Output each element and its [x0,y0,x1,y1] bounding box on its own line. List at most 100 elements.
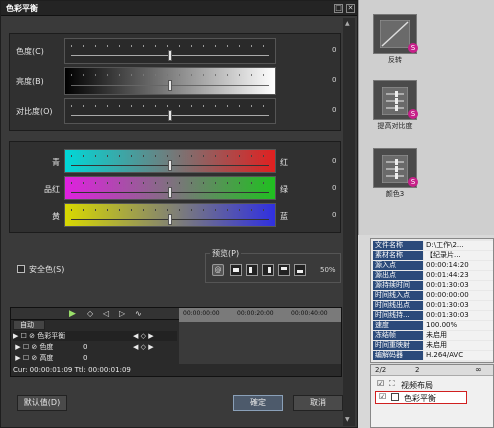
info-value: 【纪录片... [424,251,493,260]
effect-badge-icon: S [408,43,418,53]
safe-color-checkbox[interactable] [17,265,25,273]
filter-item-1[interactable]: ☑ 色彩平衡 [375,391,467,404]
ok-button[interactable]: 確定 [233,395,283,411]
timeline-row-1[interactable]: ▶ ☐ ⊘ 色度 0 ◀ ◇ ▶ [13,342,177,352]
info-row: 时间线出点 00:01:30:03 [373,301,493,310]
magenta-green-thumb[interactable] [168,187,172,198]
info-key: 冻结帧 [373,331,423,340]
preview-mode-3-icon [268,267,271,273]
expand-icon[interactable]: ▶ ☐ ⊘ [13,332,37,340]
color-balance-filter-icon [391,393,399,401]
filter-item-0[interactable]: ☑ ⛶ 视频布局 [373,379,491,390]
scroll-up-icon[interactable]: ▲ [345,20,353,28]
brightness-thumb[interactable] [168,80,172,91]
expand-icon[interactable]: ▶ ☐ ⊘ [13,343,39,351]
safe-color-label: 安全色(S) [29,265,65,274]
close-icon[interactable]: ✕ [346,4,355,13]
ruler-label-2: 00:00:40:00 [291,310,328,317]
dialog-scrollbar[interactable]: ▲ ▼ [343,18,355,426]
info-value: 00:01:30:03 [424,281,493,290]
row-0-keyframe-icons[interactable]: ◀ ◇ ▶ [133,331,154,341]
timeline-row-0[interactable]: ▶ ☐ ⊘ 色彩平衡 ◀ ◇ ▶ [13,331,177,341]
row-1-keyframe-icons[interactable]: ◀ ◇ ▶ [133,342,154,352]
info-key: 时间线入点 [373,291,423,300]
magenta-green-ticks [71,182,269,184]
info-row: 速度 100.00% [373,321,493,330]
info-row: 素材名称 【纪录片... [373,251,493,260]
sliders-icon [382,155,408,183]
preview-mode-1-button[interactable] [230,264,242,276]
chain-icon[interactable]: ∞ [475,365,482,374]
timeline-ruler[interactable]: 00:00:00:00 00:00:20:00 00:00:40:00 [179,308,341,322]
info-row: 编解码器 H.264/AVC [373,351,493,360]
contrast-thumb[interactable] [168,110,172,121]
effect-thumb-1[interactable]: S [373,80,418,120]
info-row: 时间线入点 00:00:00:00 [373,291,493,300]
effect-label-2: 颜色3 [385,190,405,198]
brightness-slider[interactable] [64,67,276,95]
scroll-down-icon[interactable]: ▼ [345,416,353,424]
timeline-row-1-value: 0 [83,343,88,351]
info-key: 素材名称 [373,251,423,260]
info-row: 时间重映射 未启用 [373,341,493,350]
cyan-red-value: 0 [332,157,337,165]
timeline-toolbar: ▶ ◇ ◁ ▷ ∿ [11,308,179,320]
add-keyframe-icon[interactable]: ◇ [87,309,99,319]
info-row: 冻结帧 未启用 [373,331,493,340]
brightness-label: 亮度(B) [16,77,44,86]
expand-icon[interactable]: ▶ ☐ ⊘ [13,354,39,362]
mode-select-value: 自动 [20,321,34,329]
filter-checkbox-icon[interactable]: ☑ [379,392,386,401]
contrast-ticks [71,105,269,107]
preview-group: 预览(P) @ 50% [205,248,341,283]
filter-count: 2 [415,366,420,374]
info-key: 源出点 [373,271,423,280]
preview-percent: 50% [320,266,336,274]
timeline-row-2-value: 0 [83,354,88,362]
info-key: 时间线持... [373,311,423,320]
brightness-ticks [71,74,269,76]
restore-icon[interactable]: □ [334,4,343,13]
contrast-slider[interactable] [64,98,276,124]
timeline-row-2[interactable]: ▶ ☐ ⊘ 高度 0 [13,353,177,363]
cyan-red-slider[interactable] [64,149,276,173]
info-key: 源入点 [373,261,423,270]
cyan-red-thumb[interactable] [168,160,172,171]
play-icon[interactable]: ▶ [69,309,81,319]
hue-slider[interactable] [64,38,276,64]
color-balance-dialog: 色彩平衡 □ ✕ 色度(C) 0 亮度(B) 0 对比度(O) 0 青 红 0 … [0,0,358,428]
filter-checkbox-icon[interactable]: ☑ [377,379,384,388]
yellow-blue-slider[interactable] [64,203,276,227]
info-value: 00:00:14:20 [424,261,493,270]
prev-keyframe-icon[interactable]: ◁ [103,309,115,319]
magenta-green-slider[interactable] [64,176,276,200]
preview-mode-2-button[interactable] [246,264,258,276]
filter-list-header: 2/2 2 ∞ [371,365,493,376]
effects-panel: S 反转 S 提高对比度 S 颜色3 [358,0,494,235]
info-value: 00:01:30:03 [424,301,493,310]
preview-mode-4-button[interactable] [278,264,290,276]
info-row: 源入点 00:00:14:20 [373,261,493,270]
effect-thumb-2[interactable]: S [373,148,418,188]
default-button[interactable]: 默认值(D) [17,395,67,411]
timeline-track-area[interactable] [179,322,341,364]
yellow-blue-thumb[interactable] [168,214,172,225]
next-keyframe-icon[interactable]: ▷ [119,309,131,319]
title-bar[interactable]: 色彩平衡 □ ✕ [1,1,357,16]
ruler-label-0: 00:00:00:00 [183,310,220,317]
filter-item-0-label: 视频布局 [401,381,433,390]
info-key: 编解码器 [373,351,423,360]
cancel-button[interactable]: 取消 [293,395,343,411]
basic-adjust-panel: 色度(C) 0 亮度(B) 0 对比度(O) 0 [9,33,341,131]
mode-select[interactable]: 自动 [13,320,45,330]
curve-icon [380,20,410,48]
yellow-label: 黄 [52,212,60,221]
info-value: D:\工作\2... [424,241,493,250]
preview-mode-5-button[interactable] [294,264,306,276]
effect-thumb-0[interactable]: S [373,14,418,54]
preview-toggle-icon[interactable]: @ [212,264,224,276]
curve-icon[interactable]: ∿ [135,309,147,319]
brightness-value: 0 [332,76,337,84]
hue-thumb[interactable] [168,50,172,61]
preview-mode-3-button[interactable] [262,264,274,276]
